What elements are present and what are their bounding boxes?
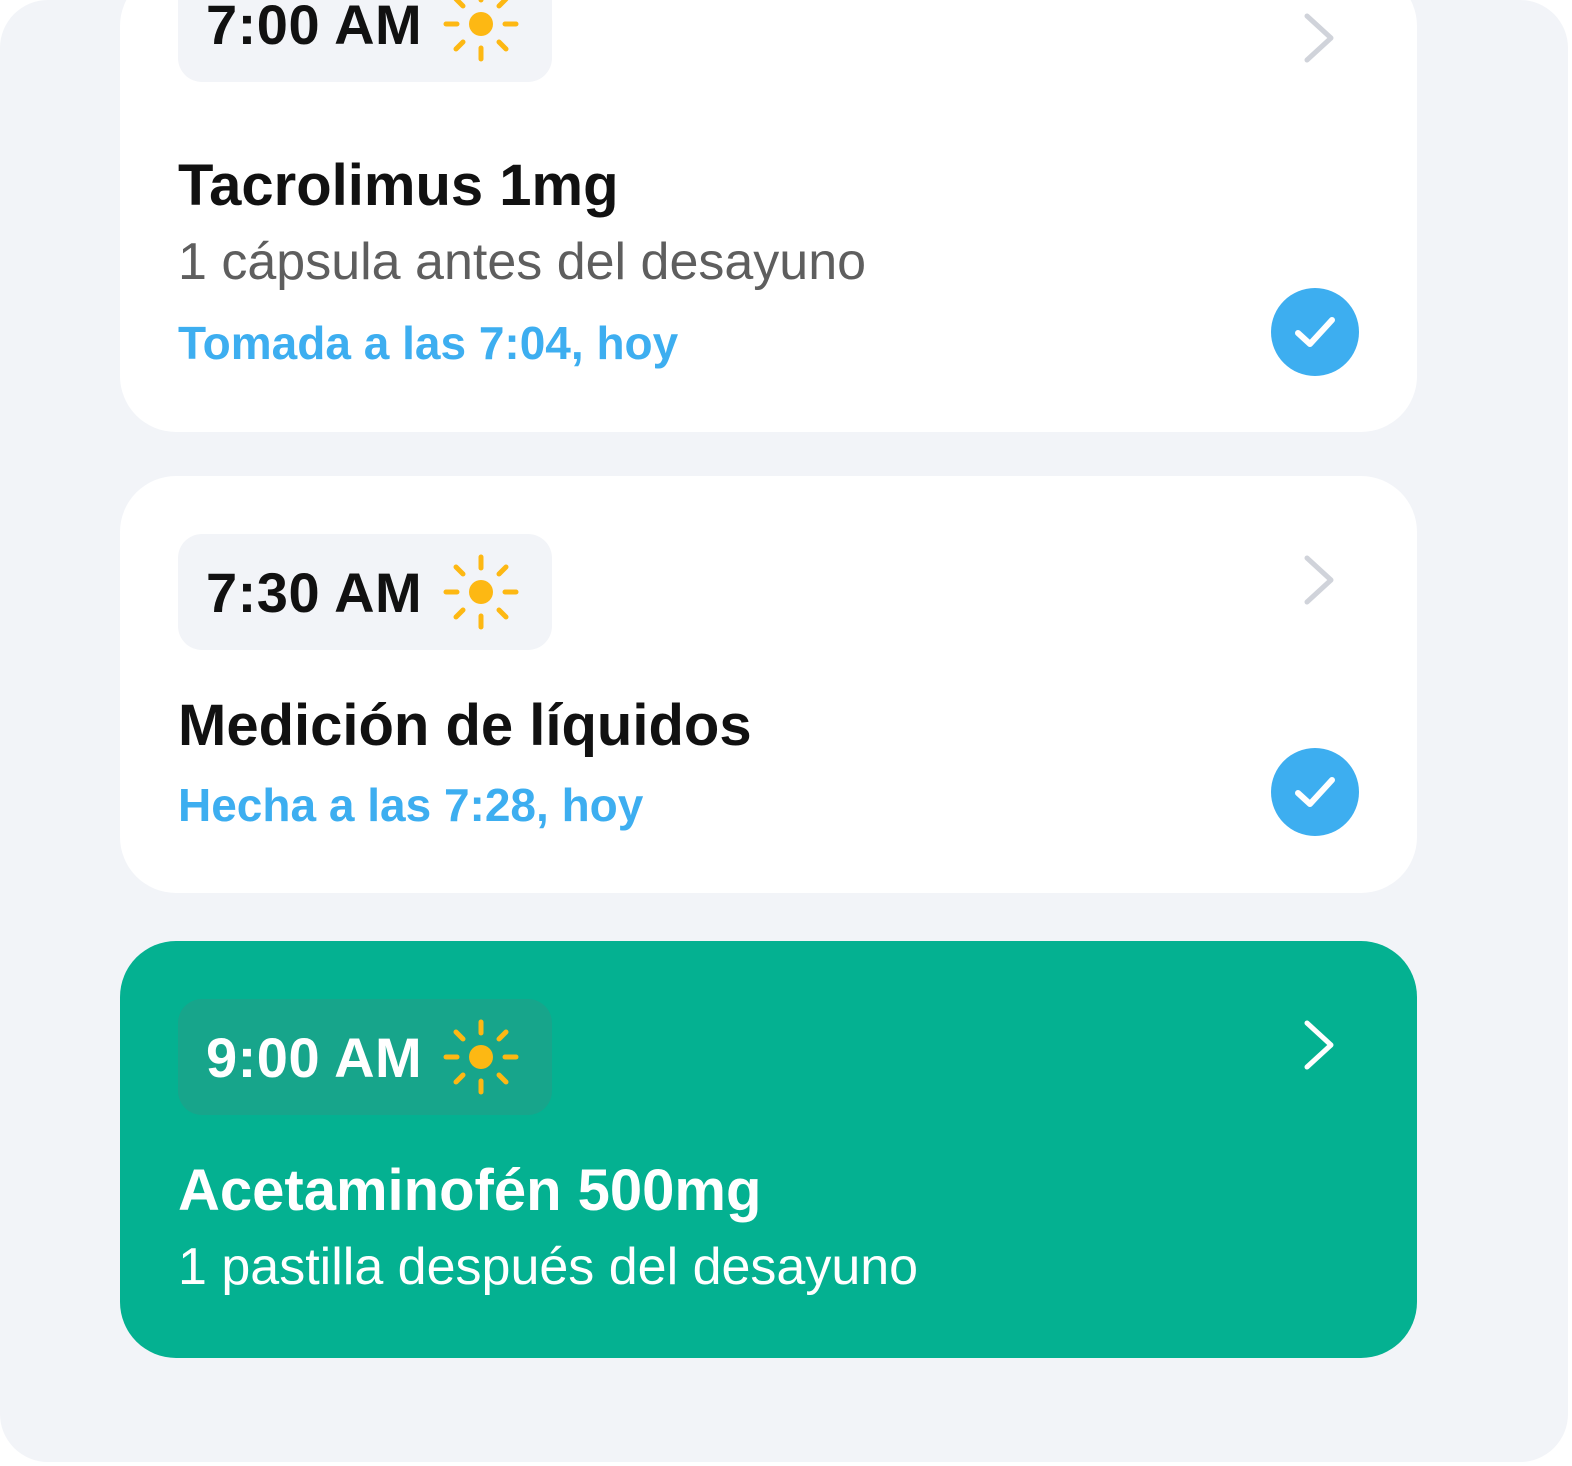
sun-icon [443, 0, 519, 62]
reminder-subtitle: 1 cápsula antes del desayuno [178, 233, 867, 291]
sun-icon [443, 1019, 519, 1095]
reminder-card-tacrolimus[interactable]: 7:00 AM Tacrolimus 1mg 1 cápsula antes d… [120, 0, 1417, 432]
reminder-card-liquid-measurement[interactable]: 7:30 AM Medición de líquidos Hecha a las [120, 476, 1417, 893]
checkmark-icon [1295, 317, 1335, 347]
reminder-title: Acetaminofén 500mg [178, 1158, 762, 1223]
reminder-status: Tomada a las 7:04, hoy [178, 317, 679, 369]
chevron-right-icon[interactable] [1301, 10, 1337, 66]
reminders-screen: 7:00 AM Tacrolimus 1mg 1 cápsula antes d… [0, 0, 1568, 1462]
completed-check-button[interactable] [1271, 288, 1359, 376]
chevron-right-icon[interactable] [1301, 552, 1337, 608]
checkmark-icon [1295, 777, 1335, 807]
reminder-title: Medición de líquidos [178, 693, 752, 758]
time-badge: 9:00 AM [178, 999, 553, 1115]
time-label: 7:00 AM [206, 0, 423, 56]
time-label: 9:00 AM [206, 1025, 423, 1089]
reminder-status: Hecha a las 7:28, hoy [178, 779, 644, 831]
reminder-subtitle: 1 pastilla después del desayuno [178, 1238, 919, 1296]
time-badge: 7:30 AM [178, 534, 553, 650]
reminder-title: Tacrolimus 1mg [178, 153, 619, 218]
time-badge: 7:00 AM [178, 0, 553, 82]
time-label: 7:30 AM [206, 560, 423, 624]
completed-check-button[interactable] [1271, 748, 1359, 836]
chevron-right-icon[interactable] [1301, 1017, 1337, 1073]
reminder-card-acetaminophen[interactable]: 9:00 AM Acetaminofén 500mg 1 pastilla de… [120, 941, 1417, 1358]
sun-icon [443, 554, 519, 630]
